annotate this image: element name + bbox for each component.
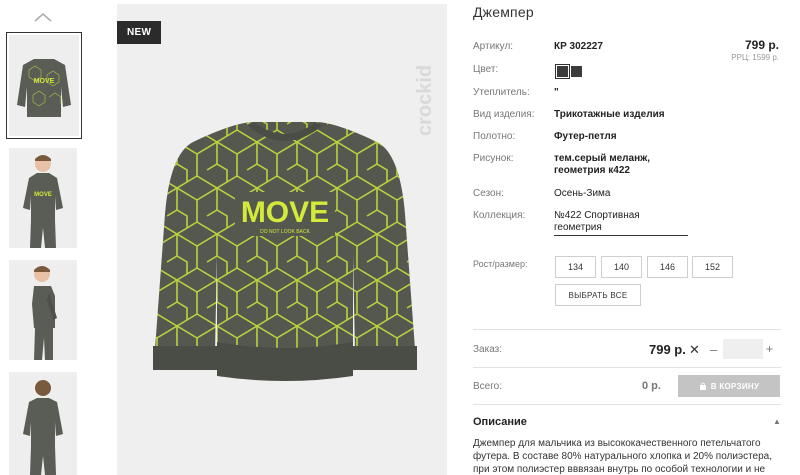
total-label: Всего: xyxy=(473,381,502,392)
quantity-plus-button[interactable]: + xyxy=(766,342,773,356)
print-headline: MOVE xyxy=(34,192,52,198)
collapse-arrow-icon[interactable]: ▲ xyxy=(773,417,781,426)
spec-label: Цвет: xyxy=(473,64,499,75)
divider xyxy=(473,404,781,405)
recommended-price: РРЦ: 1599 р. xyxy=(731,53,779,62)
spec-label: Коллекция: xyxy=(473,210,526,221)
color-swatch-1[interactable] xyxy=(555,64,570,79)
spec-value: " xyxy=(554,87,559,98)
size-134-button[interactable]: 134 xyxy=(555,256,596,278)
spec-label: Сезон: xyxy=(473,188,504,199)
order-label: Заказ: xyxy=(473,344,503,355)
size-152-button[interactable]: 152 xyxy=(692,256,733,278)
thumbnail-image: MOVE xyxy=(9,35,79,136)
add-to-cart-label: В КОРЗИНУ xyxy=(710,381,760,391)
thumbnail-3[interactable] xyxy=(9,260,77,360)
description-title[interactable]: Описание xyxy=(473,416,527,428)
spec-label: Рисунок: xyxy=(473,153,514,164)
chevron-up-icon[interactable] xyxy=(32,10,54,24)
product-title: Джемпер xyxy=(473,4,534,20)
spec-label: Артикул: xyxy=(473,41,514,52)
thumbnail-2[interactable]: MOVE xyxy=(9,148,77,248)
brand-logo-text: crockid xyxy=(414,65,436,136)
new-badge: NEW xyxy=(117,21,162,44)
thumbnail-image xyxy=(9,260,77,360)
spec-label: Полотно: xyxy=(473,131,516,142)
quantity-input[interactable] xyxy=(723,339,763,359)
select-all-sizes-button[interactable]: ВЫБРАТЬ ВСЕ xyxy=(555,284,641,306)
size-146-button[interactable]: 146 xyxy=(647,256,688,278)
spec-label: Вид изделия: xyxy=(473,109,535,120)
remove-icon[interactable]: ✕ xyxy=(689,342,700,358)
total-value: 0 р. xyxy=(642,380,661,392)
sweatshirt-illustration: MOVE DO NOT LOOK BACK xyxy=(153,122,417,381)
color-swatch-2[interactable] xyxy=(571,66,582,77)
brand-logo: crockid xyxy=(414,65,436,136)
divider xyxy=(473,329,781,330)
thumbnail-image: MOVE xyxy=(9,148,77,248)
product-price: 799 р. xyxy=(744,38,779,52)
spec-value: КР 302227 xyxy=(554,41,603,52)
thumbnail-1[interactable]: MOVE xyxy=(6,32,82,139)
spec-label: Утеплитель: xyxy=(473,87,530,98)
divider xyxy=(473,367,781,368)
description-text: Джемпер для мальчика из высококачественн… xyxy=(473,438,772,475)
collection-link[interactable]: №422 Спортивная геометрия xyxy=(554,210,688,236)
thumbnail-image xyxy=(9,372,77,475)
spec-value: Осень-Зима xyxy=(554,188,611,199)
thumbnail-4[interactable] xyxy=(9,372,77,475)
size-label: Рост/размер: xyxy=(473,259,528,269)
print-headline: MOVE xyxy=(241,196,329,229)
bag-icon xyxy=(699,382,706,390)
add-to-cart-button[interactable]: В КОРЗИНУ xyxy=(678,375,780,397)
print-tagline: DO NOT LOOK BACK xyxy=(260,229,310,235)
thumbnail-column: MOVE MOVE xyxy=(0,0,90,475)
spec-value: Футер-петля xyxy=(554,131,617,142)
quantity-minus-button[interactable]: – xyxy=(710,342,717,357)
spec-value: Трикотажные изделия xyxy=(554,109,665,120)
print-headline: MOVE xyxy=(34,78,55,85)
size-140-button[interactable]: 140 xyxy=(601,256,642,278)
order-price: 799 р. xyxy=(649,342,686,357)
main-product-image[interactable]: MOVE DO NOT LOOK BACK NEW crockid xyxy=(117,4,447,475)
spec-value: тем.серый меланж, геометрия к422 xyxy=(554,153,650,176)
